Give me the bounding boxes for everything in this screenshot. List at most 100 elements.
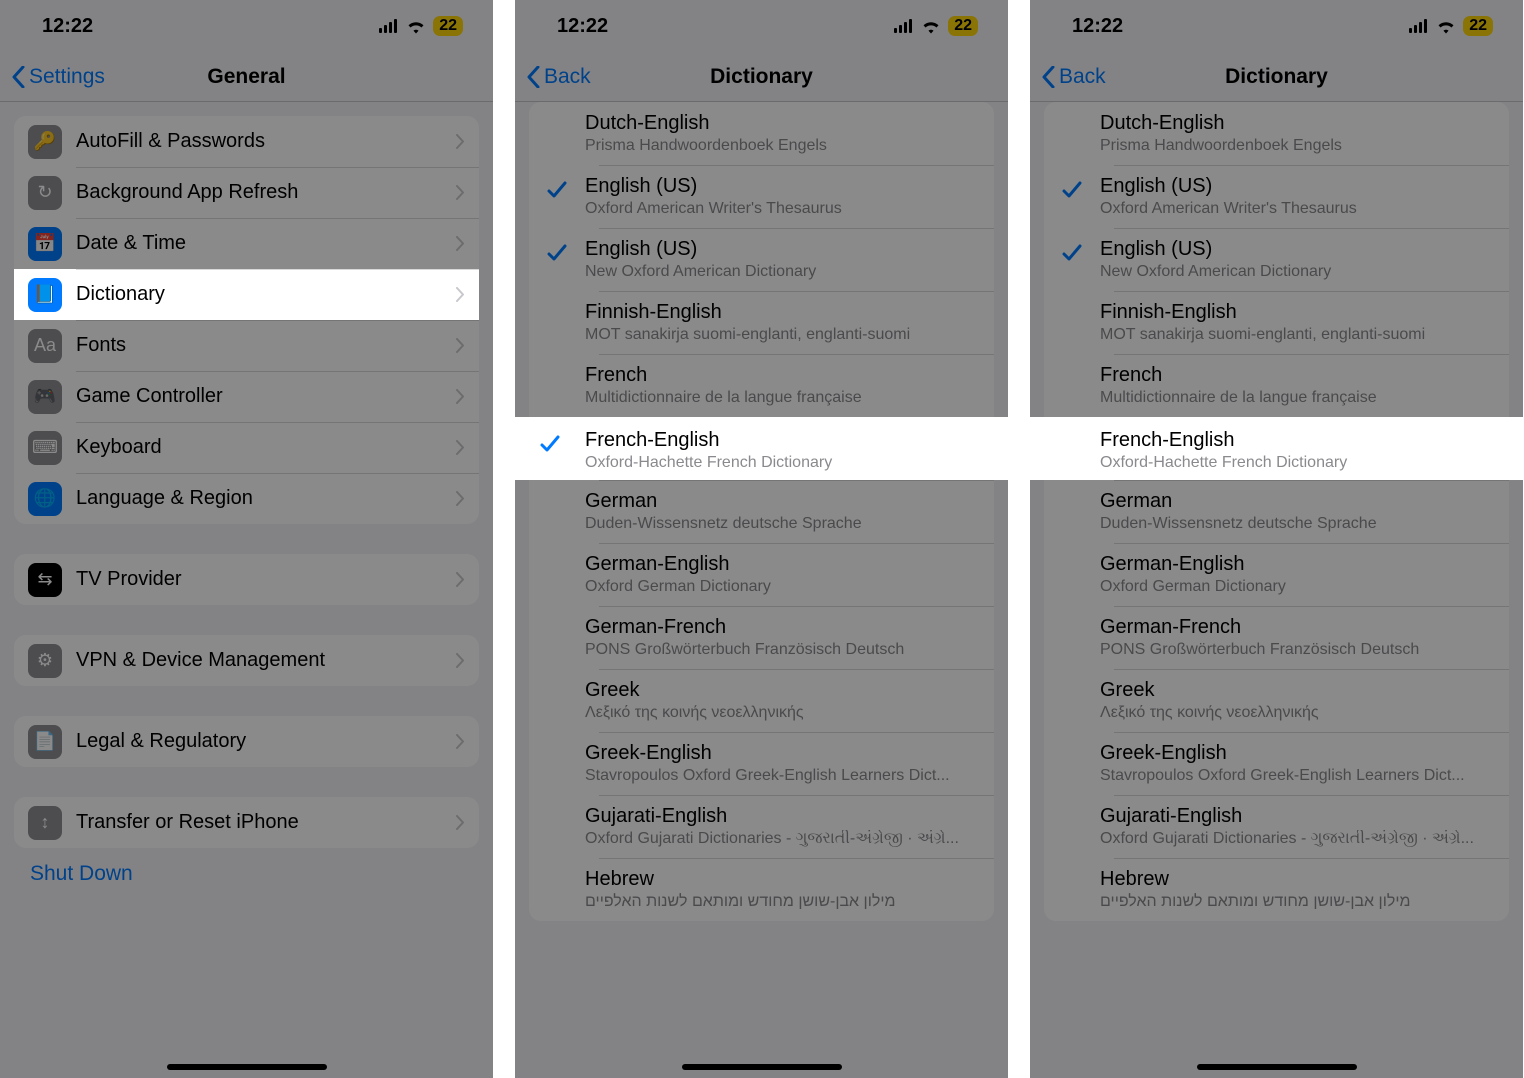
dictionary-text: FrenchMultidictionnaire de la langue fra… bbox=[1100, 364, 1495, 407]
dictionary-subtitle: Oxford Gujarati Dictionaries - ગુજરાતી-અ… bbox=[585, 830, 980, 848]
check-column bbox=[1044, 679, 1100, 683]
row-label: Dictionary bbox=[76, 283, 456, 306]
dictionary-row[interactable]: FrenchMultidictionnaire de la langue fra… bbox=[529, 354, 994, 417]
dictionary-row[interactable]: Hebrewמילון אבן-שושן מחודש ומותאם לשנות … bbox=[529, 858, 994, 921]
dictionary-title: Greek bbox=[1100, 679, 1495, 702]
phone-panel-2: 12:22 22 Back Dictionary Dutch-EnglishPr… bbox=[515, 0, 1008, 1078]
check-column bbox=[515, 429, 585, 455]
dictionary-text: English (US)New Oxford American Dictiona… bbox=[585, 238, 980, 281]
dictionary-row[interactable]: Finnish-EnglishMOT sanakirja suomi-engla… bbox=[1044, 291, 1509, 354]
shutdown-link[interactable]: Shut Down bbox=[0, 848, 493, 900]
dictionary-title: Hebrew bbox=[585, 868, 980, 891]
home-indicator[interactable] bbox=[167, 1064, 327, 1070]
dictionary-row[interactable]: GermanDuden-Wissensnetz deutsche Sprache bbox=[529, 480, 994, 543]
calendar-icon: 📅 bbox=[28, 227, 62, 261]
row-label: Keyboard bbox=[76, 436, 456, 459]
dictionary-row[interactable]: Hebrewמילון אבן-שושן מחודש ומותאם לשנות … bbox=[1044, 858, 1509, 921]
settings-row-fonts[interactable]: AaFonts bbox=[14, 320, 479, 371]
dictionary-row[interactable]: Gujarati-EnglishOxford Gujarati Dictiona… bbox=[1044, 795, 1509, 858]
settings-row-transfer-or-reset-iphone[interactable]: ↕Transfer or Reset iPhone bbox=[14, 797, 479, 848]
settings-row-vpn-device-management[interactable]: ⚙VPN & Device Management bbox=[14, 635, 479, 686]
check-column bbox=[1044, 742, 1100, 746]
dictionary-row[interactable]: English (US)Oxford American Writer's The… bbox=[1044, 165, 1509, 228]
dictionary-row[interactable]: Greek-EnglishStavropoulos Oxford Greek-E… bbox=[1044, 732, 1509, 795]
settings-row-game-controller[interactable]: 🎮Game Controller bbox=[14, 371, 479, 422]
row-label: Date & Time bbox=[76, 232, 456, 255]
dictionary-row-highlight[interactable]: French-English Oxford-Hachette French Di… bbox=[515, 417, 1008, 480]
dictionary-text: Dutch-EnglishPrisma Handwoordenboek Enge… bbox=[585, 112, 980, 155]
dictionary-text: Greek Λεξικό της κοινής νεοελληνικής bbox=[585, 679, 980, 722]
chevron-right-icon bbox=[456, 572, 465, 587]
nav-bar: Back Dictionary bbox=[1030, 52, 1523, 102]
settings-row-date-time[interactable]: 📅 Date & Time bbox=[14, 218, 479, 269]
dictionary-row[interactable]: Gujarati-EnglishOxford Gujarati Dictiona… bbox=[529, 795, 994, 858]
check-column bbox=[529, 868, 585, 872]
dictionary-row[interactable]: FrenchMultidictionnaire de la langue fra… bbox=[1044, 354, 1509, 417]
settings-row-legal-regulatory[interactable]: 📄Legal & Regulatory bbox=[14, 716, 479, 767]
dictionary-text: GermanDuden-Wissensnetz deutsche Sprache bbox=[1100, 490, 1495, 533]
dictionary-row[interactable]: Greek-EnglishStavropoulos Oxford Greek-E… bbox=[529, 732, 994, 795]
check-column bbox=[529, 805, 585, 809]
home-indicator[interactable] bbox=[1197, 1064, 1357, 1070]
dictionary-text: Hebrewמילון אבן-שושן מחודש ומותאם לשנות … bbox=[585, 868, 980, 911]
dictionary-text: German-EnglishOxford German Dictionary bbox=[585, 553, 980, 596]
dictionary-row[interactable]: English (US)New Oxford American Dictiona… bbox=[529, 228, 994, 291]
checkmark-icon bbox=[546, 242, 568, 264]
home-indicator[interactable] bbox=[682, 1064, 842, 1070]
dictionary-row[interactable]: German-FrenchPONS Großwörterbuch Französ… bbox=[1044, 606, 1509, 669]
dictionary-title: French-English bbox=[1100, 429, 1509, 452]
back-label: Settings bbox=[29, 65, 105, 89]
status-right: 22 bbox=[1409, 16, 1493, 36]
dictionary-row[interactable]: GermanDuden-Wissensnetz deutsche Sprache bbox=[1044, 480, 1509, 543]
chevron-right-icon bbox=[456, 338, 465, 353]
dictionary-row[interactable]: Greek Λεξικό της κοινής νεοελληνικής bbox=[529, 669, 994, 732]
dictionary-title: Greek bbox=[585, 679, 980, 702]
chevron-left-icon bbox=[527, 66, 540, 88]
dictionary-subtitle: Duden-Wissensnetz deutsche Sprache bbox=[585, 515, 980, 533]
dictionary-list: Dutch-EnglishPrisma Handwoordenboek Enge… bbox=[1044, 102, 1509, 921]
back-button[interactable]: Settings bbox=[12, 65, 105, 89]
dictionary-row[interactable]: Dutch-EnglishPrisma Handwoordenboek Enge… bbox=[1044, 102, 1509, 165]
dictionary-subtitle: Λεξικό της κοινής νεοελληνικής bbox=[1100, 704, 1495, 722]
cellular-icon bbox=[1409, 19, 1429, 33]
dictionary-row-highlight[interactable]: French-English Oxford-Hachette French Di… bbox=[1030, 417, 1523, 480]
dictionary-text: GermanDuden-Wissensnetz deutsche Sprache bbox=[585, 490, 980, 533]
dictionary-subtitle: MOT sanakirja suomi-englanti, englanti-s… bbox=[1100, 326, 1495, 344]
settings-group-transfer: ↕Transfer or Reset iPhone bbox=[14, 797, 479, 848]
dictionary-text: English (US)Oxford American Writer's The… bbox=[585, 175, 980, 218]
settings-row-language-region[interactable]: 🌐Language & Region bbox=[14, 473, 479, 524]
dictionary-subtitle: Λεξικό της κοινής νεοελληνικής bbox=[585, 704, 980, 722]
dictionary-title: German-English bbox=[1100, 553, 1495, 576]
dictionary-row[interactable]: English (US)New Oxford American Dictiona… bbox=[1044, 228, 1509, 291]
check-column bbox=[1044, 868, 1100, 872]
row-label: Legal & Regulatory bbox=[76, 730, 456, 753]
status-time: 12:22 bbox=[1072, 15, 1123, 38]
dictionary-subtitle: Multidictionnaire de la langue française bbox=[585, 389, 980, 407]
check-column bbox=[529, 301, 585, 305]
dictionary-row[interactable]: Dutch-EnglishPrisma Handwoordenboek Enge… bbox=[529, 102, 994, 165]
back-button[interactable]: Back bbox=[1042, 65, 1106, 89]
chevron-left-icon bbox=[1042, 66, 1055, 88]
dictionary-subtitle: Oxford German Dictionary bbox=[1100, 578, 1495, 596]
dictionary-title: German-French bbox=[1100, 616, 1495, 639]
back-button[interactable]: Back bbox=[527, 65, 591, 89]
dictionary-row[interactable]: English (US)Oxford American Writer's The… bbox=[529, 165, 994, 228]
keyboard-icon: ⌨ bbox=[28, 431, 62, 465]
dictionary-title: German-English bbox=[585, 553, 980, 576]
dictionary-text: Finnish-EnglishMOT sanakirja suomi-engla… bbox=[585, 301, 980, 344]
settings-row-autofill-passwords[interactable]: 🔑AutoFill & Passwords bbox=[14, 116, 479, 167]
dictionary-text: Dutch-EnglishPrisma Handwoordenboek Enge… bbox=[1100, 112, 1495, 155]
dictionary-row[interactable]: Finnish-EnglishMOT sanakirja suomi-engla… bbox=[529, 291, 994, 354]
dictionary-content: Dutch-EnglishPrisma Handwoordenboek Enge… bbox=[1030, 102, 1523, 1078]
settings-row-keyboard[interactable]: ⌨ Keyboard bbox=[14, 422, 479, 473]
dictionary-row[interactable]: Greek Λεξικό της κοινής νεοελληνικής bbox=[1044, 669, 1509, 732]
dictionary-row[interactable]: German-English Oxford German Dictionary bbox=[1044, 543, 1509, 606]
settings-row-tv-provider[interactable]: ⇆TV Provider bbox=[14, 554, 479, 605]
settings-row-dictionary[interactable]: 📘Dictionary bbox=[14, 269, 479, 320]
transfer-icon: ↕ bbox=[28, 806, 62, 840]
dictionary-row[interactable]: German-EnglishOxford German Dictionary bbox=[529, 543, 994, 606]
check-column bbox=[1044, 175, 1100, 201]
dictionary-row[interactable]: German-FrenchPONS Großwörterbuch Französ… bbox=[529, 606, 994, 669]
settings-row-background-app-refresh[interactable]: ↻Background App Refresh bbox=[14, 167, 479, 218]
row-label: Background App Refresh bbox=[76, 181, 456, 204]
